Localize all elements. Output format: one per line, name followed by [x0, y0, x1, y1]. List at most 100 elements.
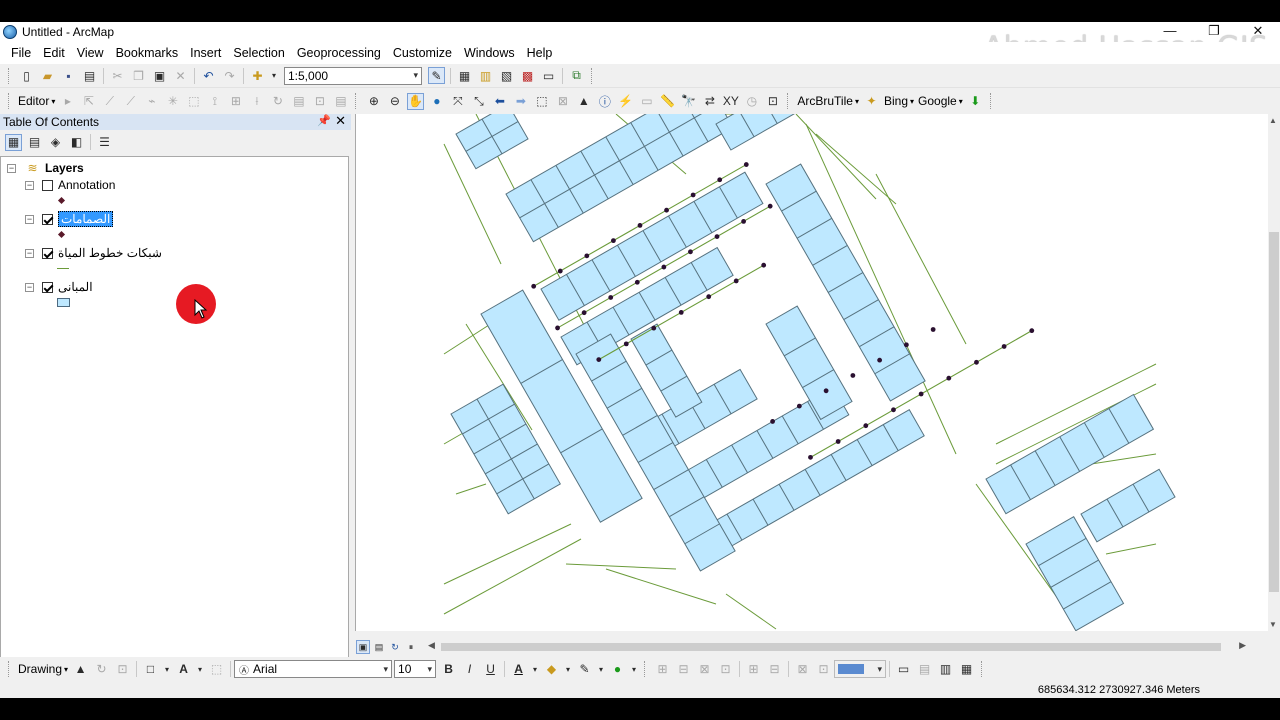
- collapse-icon[interactable]: −: [25, 180, 34, 190]
- toolbar-overflow[interactable]: [989, 93, 994, 109]
- fixed-zoom-out-icon[interactable]: ⤡: [470, 93, 487, 110]
- select-elements-icon[interactable]: ▲: [72, 661, 89, 678]
- georef-icon-6[interactable]: ⊟: [766, 661, 783, 678]
- layer-row-buildings[interactable]: − المبانى: [25, 279, 93, 295]
- collapse-icon[interactable]: −: [25, 214, 34, 224]
- toc-options-icon[interactable]: ☰: [96, 134, 113, 151]
- tree-root-layers[interactable]: − ≋ Layers: [7, 160, 84, 176]
- identify-icon[interactable]: ⓘ: [596, 93, 613, 110]
- menu-view[interactable]: View: [71, 46, 110, 60]
- measure-icon[interactable]: 📏: [659, 93, 676, 110]
- layer-row-valves[interactable]: − الصمامات: [25, 211, 114, 227]
- map-view[interactable]: [355, 114, 1269, 631]
- chevron-down-icon[interactable]: ▾: [196, 661, 204, 678]
- menu-help[interactable]: Help: [521, 46, 559, 60]
- arcbrutile-menu[interactable]: ArcBruTile ▾: [795, 94, 861, 108]
- toolbar-overflow[interactable]: [787, 93, 791, 109]
- font-color-icon[interactable]: A: [510, 661, 527, 678]
- model-builder-icon[interactable]: ⧉: [568, 67, 585, 84]
- list-by-drawing-order-icon[interactable]: ▦: [5, 133, 22, 151]
- georef-icon-3[interactable]: ⊠: [696, 661, 713, 678]
- toolbar-grip[interactable]: [8, 67, 12, 84]
- hyperlink-icon[interactable]: ⚡: [617, 93, 634, 110]
- arctoolbox-icon[interactable]: ▩: [519, 67, 536, 84]
- edit-tool-icon[interactable]: ▸: [59, 93, 76, 110]
- rectangle-icon[interactable]: □: [142, 661, 159, 678]
- full-extent-icon[interactable]: ●: [428, 93, 445, 110]
- fixed-zoom-in-icon[interactable]: ⤧: [449, 93, 466, 110]
- straight-segment-icon[interactable]: ⟋: [101, 93, 118, 110]
- text-icon[interactable]: A: [175, 661, 192, 678]
- layout-view-icon[interactable]: ▤: [372, 640, 386, 654]
- font-family-select[interactable]: Ⓐ Arial ▾: [234, 660, 393, 678]
- menu-geoprocessing[interactable]: Geoprocessing: [291, 46, 387, 60]
- refresh-icon[interactable]: ↻: [388, 640, 402, 654]
- google-menu[interactable]: Google ▾: [916, 94, 965, 108]
- add-data-dropdown-icon[interactable]: ▾: [270, 67, 278, 84]
- paste-icon[interactable]: ▣: [151, 67, 168, 84]
- pan-icon[interactable]: ✋: [407, 92, 425, 110]
- italic-button[interactable]: I: [461, 661, 478, 678]
- edit-vertices-icon[interactable]: ⬚: [208, 661, 225, 678]
- layer-visibility-checkbox[interactable]: [42, 247, 53, 259]
- point-icon[interactable]: ✳: [164, 93, 181, 110]
- chevron-down-icon[interactable]: ▾: [597, 661, 605, 678]
- scroll-right-icon[interactable]: ▶: [1239, 640, 1246, 651]
- rotate-icon[interactable]: ↻: [269, 93, 286, 110]
- go-back-icon[interactable]: ⬅: [491, 93, 508, 110]
- attributes-icon[interactable]: ▤: [290, 93, 307, 110]
- layout-icon-3[interactable]: ▥: [937, 661, 954, 678]
- arcbrutile-tiles-icon[interactable]: ✦: [863, 93, 880, 110]
- menu-selection[interactable]: Selection: [227, 46, 290, 60]
- fill-color-icon[interactable]: ◆: [543, 661, 560, 678]
- layer-row-water-network[interactable]: − شبكات خطوط المياة: [25, 245, 162, 261]
- bold-button[interactable]: B: [440, 661, 457, 678]
- toolbar-overflow[interactable]: [591, 67, 595, 84]
- toolbar-grip[interactable]: [8, 93, 12, 109]
- map-scale-select[interactable]: 1:5,000 ▾: [284, 66, 422, 85]
- scroll-left-icon[interactable]: ◀: [428, 640, 435, 651]
- menu-windows[interactable]: Windows: [458, 46, 521, 60]
- copy-icon[interactable]: ❐: [130, 67, 147, 84]
- menu-customize[interactable]: Customize: [387, 46, 458, 60]
- find-icon[interactable]: 🔭: [680, 93, 697, 110]
- pin-icon[interactable]: 📌: [317, 114, 331, 127]
- georef-icon-7[interactable]: ⊠: [794, 661, 811, 678]
- georef-select[interactable]: ▾: [834, 660, 887, 678]
- list-by-source-icon[interactable]: ▤: [26, 134, 43, 151]
- layer-visibility-checkbox[interactable]: [42, 281, 53, 293]
- collapse-icon[interactable]: −: [25, 248, 34, 258]
- editor-toolbar-icon[interactable]: ✎: [428, 67, 445, 84]
- split-icon[interactable]: ⟊: [248, 93, 265, 110]
- search-window-icon[interactable]: ▧: [498, 67, 515, 84]
- redo-icon[interactable]: ↷: [221, 67, 238, 84]
- chevron-down-icon[interactable]: ▾: [531, 661, 539, 678]
- font-size-select[interactable]: 10 ▾: [394, 660, 437, 678]
- menu-file[interactable]: File: [5, 46, 37, 60]
- edit-annotation-icon[interactable]: ⇱: [80, 93, 97, 110]
- scroll-down-icon[interactable]: ▼: [1269, 620, 1277, 629]
- list-by-visibility-icon[interactable]: ◈: [47, 134, 64, 151]
- print-icon[interactable]: ▤: [81, 67, 98, 84]
- clear-selection-icon[interactable]: ⊠: [554, 93, 571, 110]
- zoom-to-elements-icon[interactable]: ⊡: [114, 661, 131, 678]
- drawing-menu[interactable]: Drawing ▾: [16, 662, 70, 676]
- layout-icon[interactable]: ▭: [895, 661, 912, 678]
- chevron-down-icon[interactable]: ▾: [630, 661, 638, 678]
- python-window-icon[interactable]: ▭: [540, 67, 557, 84]
- toolbar-overflow[interactable]: [644, 661, 648, 677]
- list-by-selection-icon[interactable]: ◧: [68, 134, 85, 151]
- georef-icon[interactable]: ⊞: [654, 661, 671, 678]
- zoom-in-icon[interactable]: ⊕: [365, 93, 382, 110]
- cut-icon[interactable]: ✂: [109, 67, 126, 84]
- scroll-thumb[interactable]: [1269, 232, 1279, 592]
- time-slider-icon[interactable]: ◷: [743, 93, 760, 110]
- chevron-down-icon[interactable]: ▾: [163, 661, 171, 678]
- data-view-icon[interactable]: ▣: [356, 640, 370, 654]
- zoom-out-icon[interactable]: ⊖: [386, 93, 403, 110]
- save-icon[interactable]: ▪: [60, 67, 77, 84]
- endpoint-arc-icon[interactable]: ⟋: [122, 93, 139, 110]
- map-vertical-scrollbar[interactable]: ▲ ▼: [1268, 114, 1280, 631]
- reshape-icon[interactable]: ⟟: [206, 93, 223, 110]
- collapse-icon[interactable]: −: [7, 163, 16, 173]
